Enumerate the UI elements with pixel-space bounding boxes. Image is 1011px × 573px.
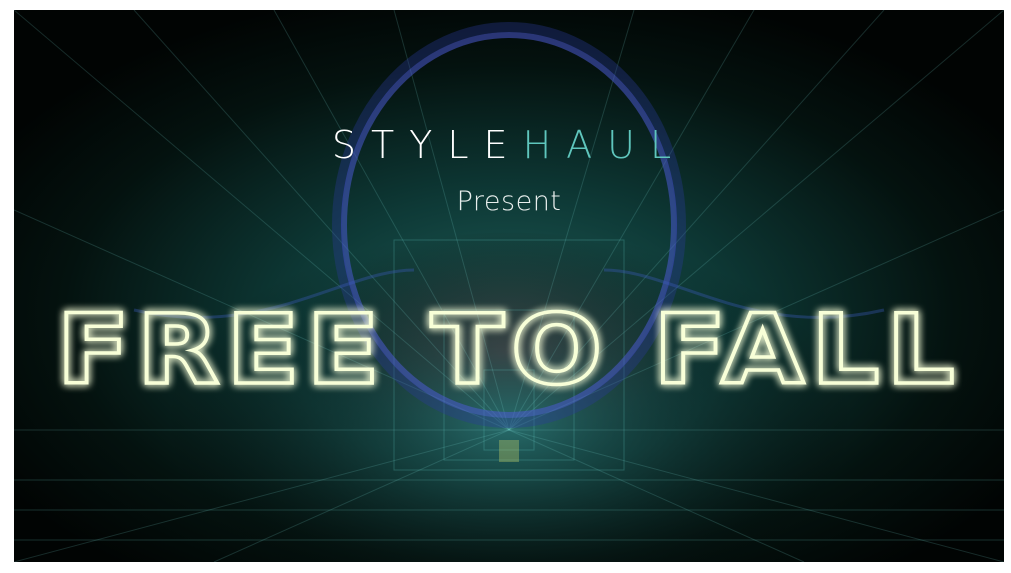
title-graphic: FREE TO FALL [55, 292, 962, 408]
free-to-fall-title: FREE TO FALL [57, 294, 962, 406]
poster-frame: STYLEHAUL Present FREE TO FALL [14, 10, 1004, 562]
